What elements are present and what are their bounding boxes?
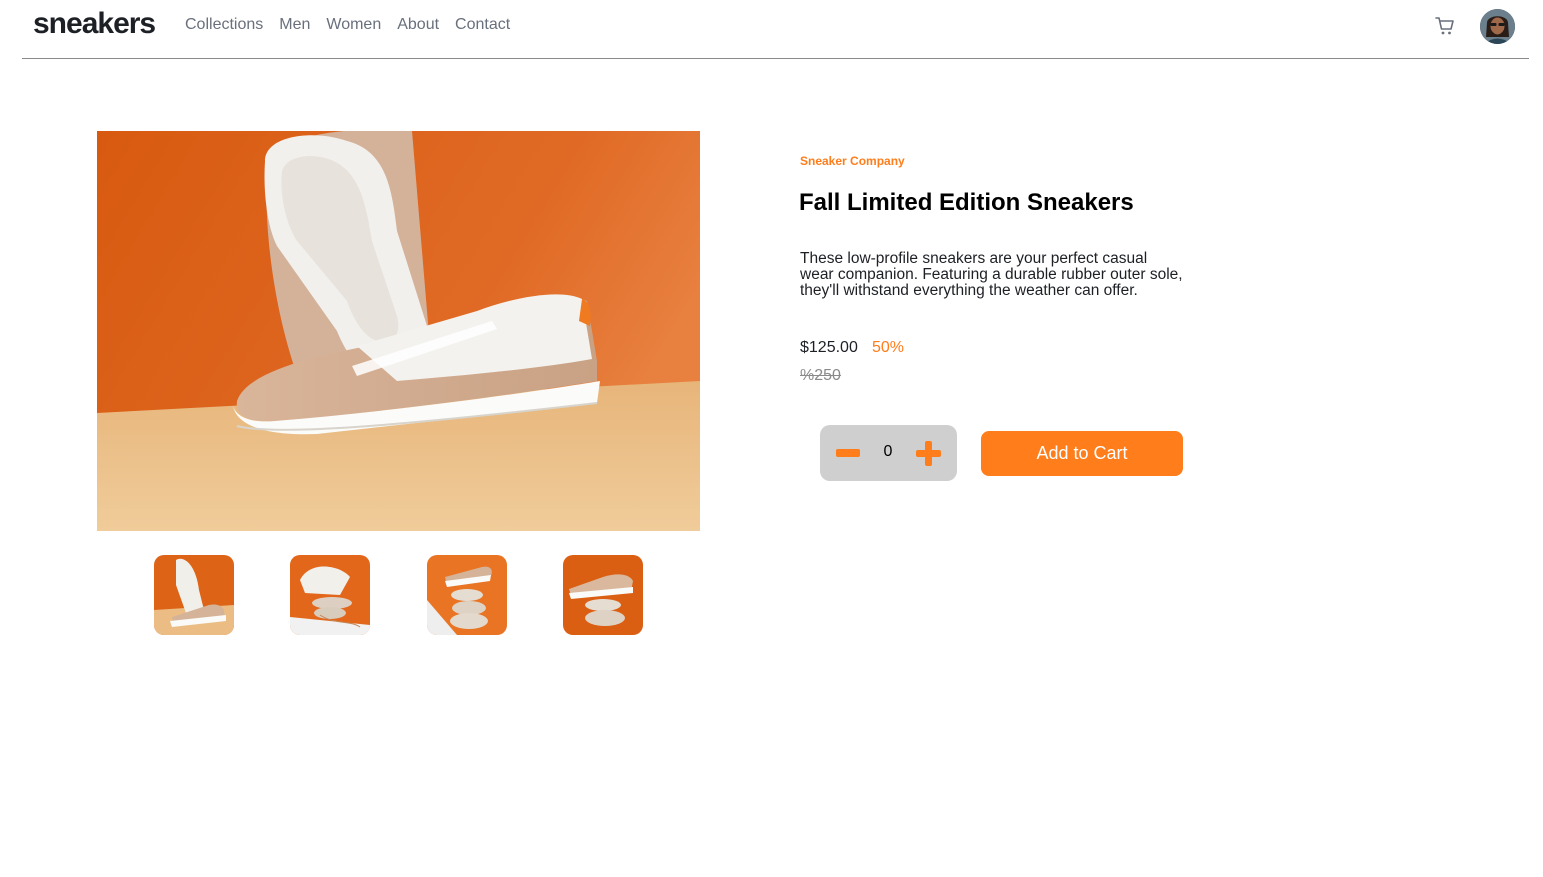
nav-women[interactable]: Women	[326, 16, 381, 34]
product-title: Fall Limited Edition Sneakers	[799, 189, 1134, 216]
sneaker-photo-icon	[97, 131, 700, 531]
thumbnail-3[interactable]	[427, 555, 507, 635]
current-price: $125.00	[800, 339, 858, 356]
thumbnail-4[interactable]	[563, 555, 643, 635]
nav-contact[interactable]: Contact	[455, 16, 510, 34]
nav-men[interactable]: Men	[279, 16, 310, 34]
thumbnail-1[interactable]	[154, 555, 234, 635]
main-product-image[interactable]	[97, 131, 700, 531]
main-nav: Collections Men Women About Contact	[185, 16, 526, 34]
logo[interactable]: sneakers	[33, 7, 156, 41]
nav-about[interactable]: About	[397, 16, 439, 34]
thumbnail-2[interactable]	[290, 555, 370, 635]
quantity-value: 0	[883, 443, 893, 460]
product-description: These low-profile sneakers are your perf…	[800, 250, 1183, 299]
discount-badge: 50%	[872, 339, 905, 356]
quantity-stepper: 0	[820, 425, 957, 481]
nav-collections[interactable]: Collections	[185, 16, 263, 34]
avatar[interactable]	[1480, 9, 1515, 44]
site-header: sneakers Collections Men Women About Con…	[22, 0, 1529, 59]
cart-icon[interactable]	[1434, 15, 1456, 37]
add-to-cart-button[interactable]: Add to Cart	[981, 431, 1183, 476]
plus-icon[interactable]	[916, 441, 941, 466]
original-price: %250	[800, 367, 841, 384]
minus-icon[interactable]	[836, 449, 860, 457]
company-name: Sneaker Company	[800, 154, 905, 168]
